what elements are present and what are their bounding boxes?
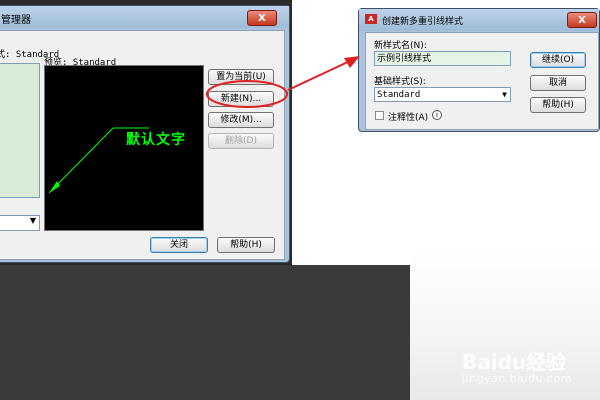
title-bar: 管理器 X bbox=[0, 6, 289, 28]
delete-button[interactable]: 删除(D) bbox=[208, 133, 274, 149]
base-style-dropdown[interactable]: Standard ▼ bbox=[374, 87, 511, 102]
dialog-title: 管理器 bbox=[1, 15, 31, 26]
new-button[interactable]: 新建(N)... bbox=[208, 91, 274, 107]
set-current-button[interactable]: 置为当前(U) bbox=[208, 69, 274, 85]
chevron-down-icon: ▼ bbox=[29, 216, 36, 225]
chevron-down-icon: ▼ bbox=[502, 90, 507, 99]
create-new-multileader-style-dialog: A 创建新多重引线样式 X 新样式名(N): 示例引线样式 基础样式(S): S… bbox=[358, 8, 600, 132]
watermark-url: jingyan.baidu.com bbox=[462, 372, 573, 385]
title-bar: A 创建新多重引线样式 X bbox=[359, 9, 599, 31]
dialog-title: 创建新多重引线样式 bbox=[382, 17, 464, 27]
autocad-app-icon: A bbox=[365, 14, 377, 24]
continue-button[interactable]: 继续(O) bbox=[530, 52, 586, 68]
cancel-button[interactable]: 取消 bbox=[530, 75, 586, 91]
close-window-button[interactable]: X bbox=[247, 10, 277, 26]
list-filter-dropdown[interactable]: ▼ bbox=[0, 215, 40, 231]
annotative-label: 注释性(A) bbox=[388, 113, 429, 123]
dialog-client: 新样式名(N): 示例引线样式 基础样式(S): Standard ▼ 注释性(… bbox=[365, 32, 599, 130]
info-icon[interactable]: i bbox=[432, 110, 442, 120]
baidu-jingyan-logo: Baidu经验 bbox=[462, 350, 567, 374]
close-button[interactable]: 关闭 bbox=[150, 237, 208, 253]
new-style-name-input[interactable]: 示例引线样式 bbox=[374, 51, 511, 66]
dialog-client: 式: Standard 预览: Standard ▼ 默认文字 置为当前(U) … bbox=[0, 30, 285, 260]
help-button[interactable]: 帮助(H) bbox=[530, 97, 586, 113]
base-style-value: Standard bbox=[377, 90, 421, 100]
close-window-button[interactable]: X bbox=[567, 12, 597, 28]
base-style-label: 基础样式(S): bbox=[374, 77, 426, 87]
preview-default-text: 默认文字 bbox=[126, 132, 186, 148]
modify-button[interactable]: 修改(M)... bbox=[208, 112, 274, 128]
annotative-checkbox[interactable] bbox=[375, 111, 384, 120]
close-icon: X bbox=[578, 15, 586, 26]
help-button[interactable]: 帮助(H) bbox=[217, 237, 275, 253]
close-icon: X bbox=[258, 13, 266, 24]
styles-list[interactable] bbox=[0, 63, 40, 198]
new-style-name-label: 新样式名(N): bbox=[374, 41, 427, 51]
multileader-style-manager-dialog: 管理器 X 式: Standard 预览: Standard ▼ 默认文字 置为… bbox=[0, 5, 290, 263]
